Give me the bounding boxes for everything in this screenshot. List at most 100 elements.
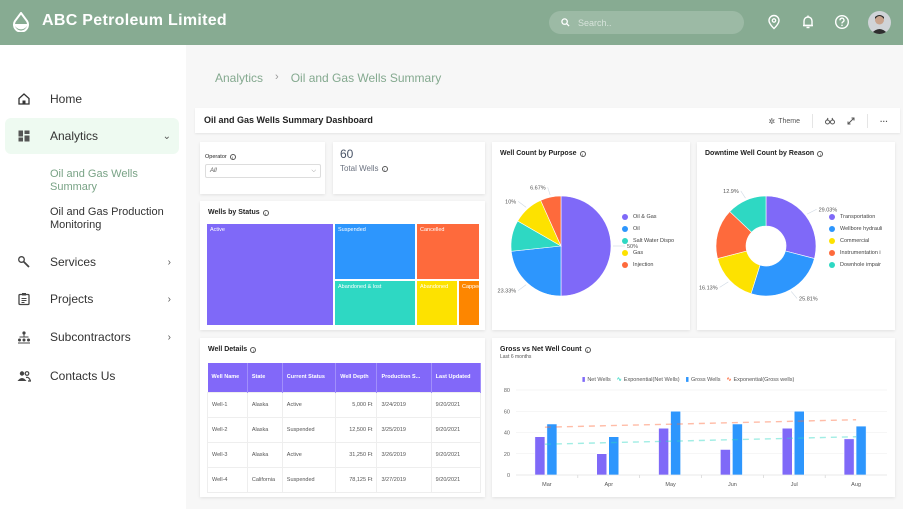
pie-slice-transportation[interactable] xyxy=(765,195,817,259)
help-icon[interactable] xyxy=(834,14,850,30)
treemap-cell-abandoned[interactable]: Abandoned xyxy=(416,280,458,326)
sidebar-item-home[interactable]: Home xyxy=(5,81,179,117)
theme-button[interactable]: ✲ Theme xyxy=(769,117,801,126)
x-tick-label: Aug xyxy=(851,482,861,488)
treemap-cell-active[interactable]: Active xyxy=(206,223,334,326)
table-row[interactable]: Well-1 Alaska Active 5,000 Ft 3/24/2019 9/20/… xyxy=(207,391,482,418)
binoculars-icon[interactable] xyxy=(825,117,835,125)
y-tick-label: 60 xyxy=(504,409,510,415)
sidebar-subitem-production-monitoring[interactable]: Oil and Gas Production Monitoring xyxy=(50,206,180,232)
info-icon[interactable]: i xyxy=(229,154,236,160)
legend-item[interactable]: Salt Water Dispo xyxy=(622,238,674,244)
legend-item[interactable]: Oil & Gas xyxy=(622,214,657,220)
search-input[interactable] xyxy=(578,17,728,28)
bar-net-wells[interactable] xyxy=(720,449,731,476)
expand-icon[interactable] xyxy=(847,117,855,125)
table-row[interactable]: Well-3 Alaska Active 31,250 Ft 3/26/2019 9/20… xyxy=(207,441,482,468)
sidebar-item-label: Home xyxy=(50,92,83,106)
breadcrumb-current: Oil and Gas Wells Summary xyxy=(290,71,442,85)
pie-slice-oil-gas[interactable] xyxy=(560,195,612,297)
table-cell: 3/27/2019 xyxy=(376,466,432,493)
legend-item[interactable]: Transportation xyxy=(829,214,875,220)
sidebar-subitem-wells-summary[interactable]: Oil and Gas Wells Summary xyxy=(50,168,180,194)
column-header[interactable]: State xyxy=(247,363,283,392)
chevron-right-icon: › xyxy=(167,293,171,305)
data-label: 10% xyxy=(505,199,516,205)
sidebar-item-analytics[interactable]: Analytics ⌄ xyxy=(5,118,179,154)
table-cell: Suspended xyxy=(281,466,337,493)
pie-slice-oil[interactable] xyxy=(510,245,562,297)
info-icon[interactable]: i xyxy=(262,209,269,216)
table-cell: 9/20/2021 xyxy=(430,441,482,468)
gross-vs-net-bar-chart: 0 20 40 60 80 Mar Apr May Jun Jul Aug xyxy=(504,388,887,488)
bar-net-wells[interactable] xyxy=(534,436,546,476)
table-cell: 3/26/2019 xyxy=(376,441,432,468)
table-cell: 9/20/2021 xyxy=(430,466,482,493)
location-icon[interactable] xyxy=(766,14,782,30)
legend-label: Wellbore hydrauli xyxy=(840,226,883,232)
legend-item[interactable]: Wellbore hydrauli xyxy=(829,226,882,232)
column-header[interactable]: Well Depth xyxy=(335,363,378,392)
sidebar-item-services[interactable]: Services › xyxy=(5,244,179,280)
legend-label: Downhole impair xyxy=(840,262,881,268)
legend-item[interactable]: Oil xyxy=(622,226,640,232)
operator-select-value: All xyxy=(210,168,217,174)
total-wells-value: 60 xyxy=(340,147,354,161)
treemap-cell-abandoned-lost[interactable]: Abandoned & lost xyxy=(334,280,416,326)
sidebar: Home Analytics ⌄ Oil and Gas Wells Summa… xyxy=(0,45,186,509)
legend-marker xyxy=(829,250,835,256)
operator-select[interactable]: All ⌵ xyxy=(205,164,321,178)
sidebar-item-contacts[interactable]: Contacts Us xyxy=(5,358,179,394)
bar-net-wells[interactable] xyxy=(596,453,607,476)
operator-label-text: Operator xyxy=(205,154,227,160)
avatar[interactable] xyxy=(868,11,891,34)
treemap-cell-cancelled[interactable]: Cancelled xyxy=(416,223,480,280)
table-cell: Well-4 xyxy=(207,466,248,493)
legend-item[interactable]: Gas xyxy=(622,250,643,256)
more-options-button[interactable]: ··· xyxy=(880,117,888,126)
bell-icon[interactable] xyxy=(800,14,816,30)
y-tick-label: 80 xyxy=(504,388,510,394)
sidebar-item-projects[interactable]: Projects › xyxy=(5,281,179,317)
column-header[interactable]: Production S... xyxy=(376,363,432,392)
info-icon[interactable]: i xyxy=(250,346,257,353)
bar-gross-wells[interactable] xyxy=(855,425,867,476)
column-header[interactable]: Last Updated xyxy=(431,363,482,392)
bar-gross-wells[interactable] xyxy=(670,411,681,476)
legend-item[interactable]: Injection xyxy=(622,262,654,268)
column-header[interactable]: Well Name xyxy=(207,363,248,392)
search-bar[interactable] xyxy=(549,11,744,34)
bar-gross-wells[interactable] xyxy=(546,423,558,476)
legend-item[interactable]: Downhole impair xyxy=(829,262,881,268)
legend-marker xyxy=(622,250,628,256)
legend-item[interactable]: Commercial xyxy=(829,238,869,244)
column-header[interactable]: Current Status xyxy=(282,363,337,392)
table-row[interactable]: Well-4 California Suspended 78,125 Ft 3/27/2… xyxy=(207,466,482,493)
table-cell: 78,125 Ft xyxy=(335,466,378,493)
info-icon[interactable]: i xyxy=(381,165,388,172)
bar-net-wells[interactable] xyxy=(843,438,855,476)
wrench-icon xyxy=(18,256,30,268)
y-tick-label: 0 xyxy=(507,473,510,479)
breadcrumb-analytics[interactable]: Analytics xyxy=(215,71,263,85)
operator-filter-card: Operator i All ⌵ xyxy=(200,142,325,194)
sidebar-item-subcontractors[interactable]: Subcontractors › xyxy=(5,319,179,355)
top-bar: ABC Petroleum Limited xyxy=(0,0,903,45)
theme-label: Theme xyxy=(778,117,800,125)
total-wells-card: 60 Total Wells i xyxy=(333,142,485,194)
data-label-leader xyxy=(518,284,527,291)
table-cell: 9/20/2021 xyxy=(430,391,482,418)
treemap-cell-suspended[interactable]: Suspended xyxy=(334,223,416,280)
home-icon xyxy=(18,93,30,105)
downtime-by-reason-card: Downtime Well Count by Reason i 29.03% 25.… xyxy=(697,142,895,330)
table-cell: 9/20/2021 xyxy=(430,416,482,443)
divider xyxy=(812,114,813,128)
treemap-cell-capped[interactable]: Capped xyxy=(458,280,480,326)
trendline-exponential-gross-wells- xyxy=(544,419,857,428)
bar-net-wells[interactable] xyxy=(658,428,669,476)
pie-slice-wellbore-hydrauli[interactable] xyxy=(750,250,815,297)
bar-net-wells[interactable] xyxy=(782,428,793,476)
table-row[interactable]: Well-2 Alaska Suspended 12,500 Ft 3/25/2019 9… xyxy=(207,416,482,443)
legend-item[interactable]: Instrumentation i xyxy=(829,250,881,256)
bar-gross-wells[interactable] xyxy=(732,423,743,476)
